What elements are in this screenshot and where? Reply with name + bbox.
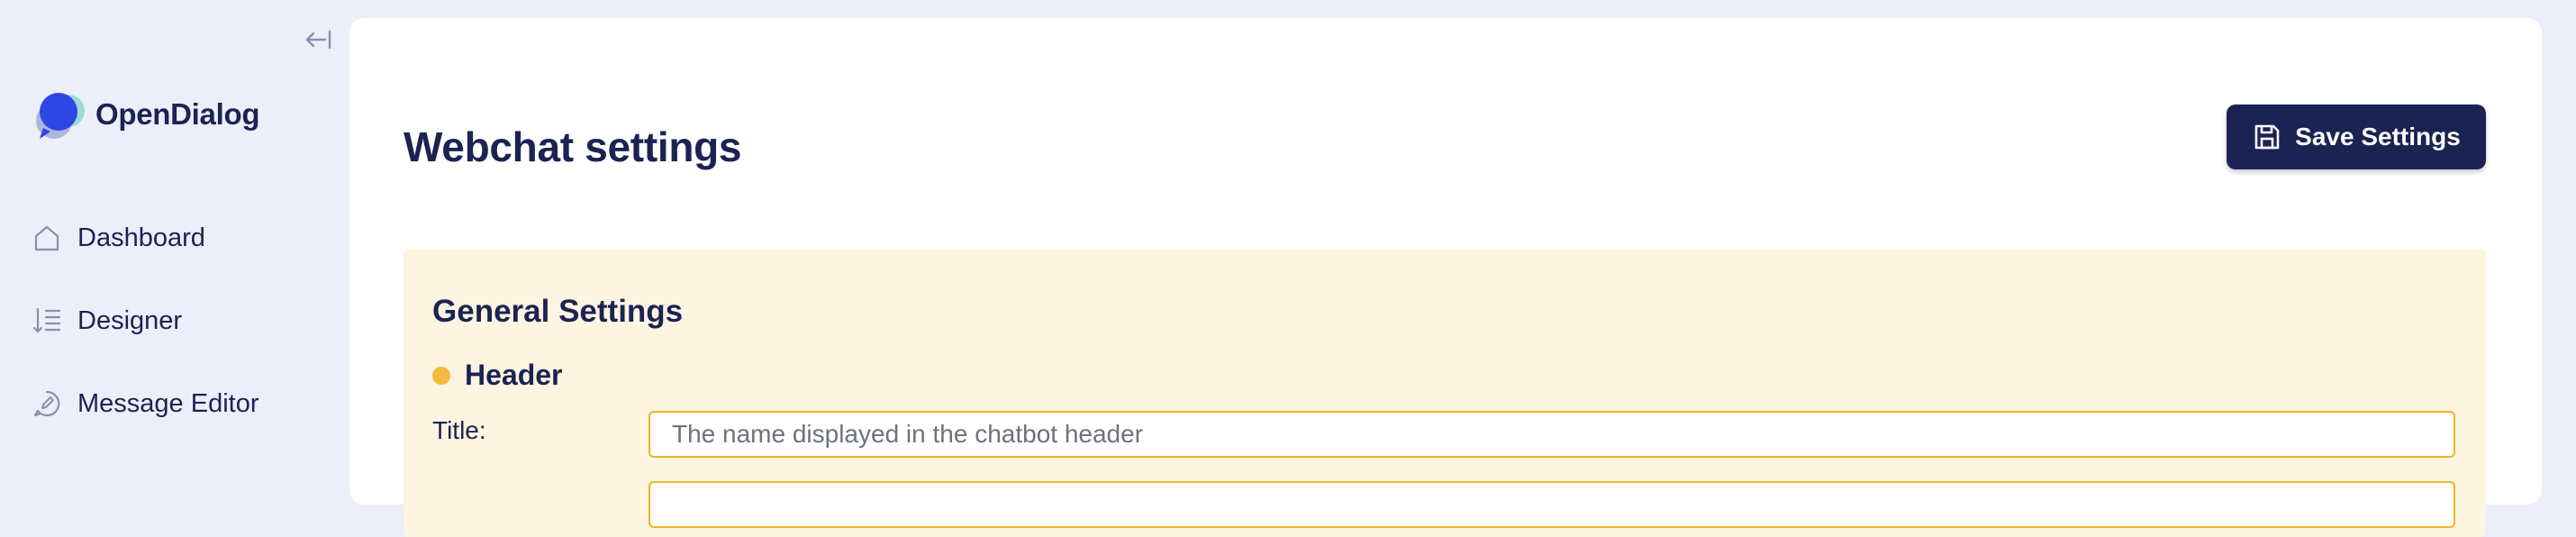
sidebar-item-dashboard[interactable]: Dashboard [31,215,205,260]
page-title: Webchat settings [404,123,742,170]
sidebar: OpenDialog Dashboard Designer Message Ed… [0,0,349,469]
sort-list-icon [31,305,63,337]
save-settings-button[interactable]: Save Settings [2227,105,2486,169]
subsection-title: Header [465,359,563,391]
collapse-left-icon [305,30,331,50]
app-logo[interactable]: OpenDialog [31,86,259,142]
home-icon [31,222,63,254]
message-edit-icon [31,387,63,420]
sidebar-item-label: Message Editor [77,388,259,418]
app-name: OpenDialog [95,97,260,131]
collapse-sidebar-button[interactable] [303,23,335,56]
title-field-label: Title: [432,416,486,444]
floppy-disk-icon [2252,122,2282,152]
general-settings-panel: General Settings Header Title: [404,249,2486,537]
sidebar-item-message-editor[interactable]: Message Editor [31,381,259,426]
save-settings-label: Save Settings [2295,123,2461,150]
header-subsection: Header [432,359,563,392]
main-content: Webchat settings Save Settings General S… [349,18,2542,537]
sidebar-item-designer[interactable]: Designer [31,298,182,343]
next-field-input[interactable] [649,481,2455,528]
chatbot-title-input[interactable] [649,411,2455,458]
sidebar-item-label: Designer [77,305,183,335]
status-dot [432,366,450,385]
opendialog-logo-icon [36,93,85,139]
sidebar-item-label: Dashboard [77,223,205,252]
section-title: General Settings [432,294,684,329]
